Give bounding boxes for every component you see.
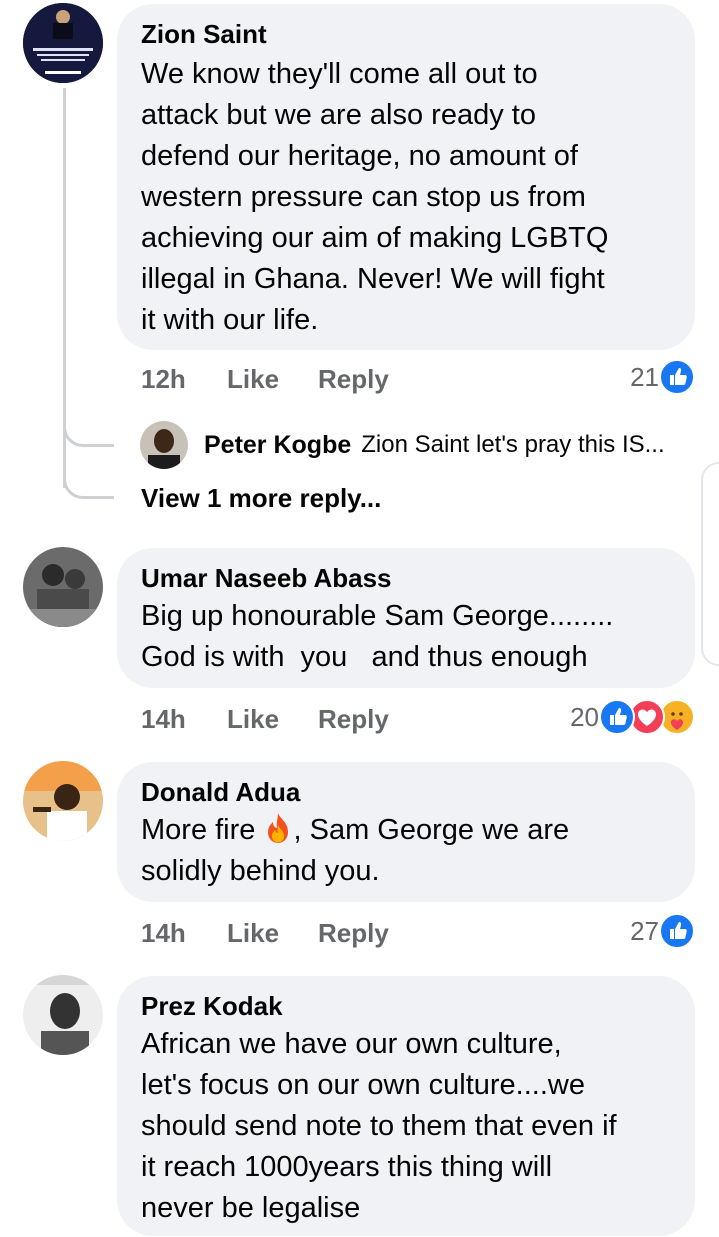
reply-author[interactable]: Peter Kogbe (204, 431, 351, 460)
comment-text-part: More fire (141, 814, 264, 846)
avatar[interactable] (140, 421, 188, 469)
reaction-count: 21 (630, 361, 659, 392)
thread-line-branch-2 (63, 470, 114, 499)
comment-actions: 14h Like Reply (141, 699, 389, 739)
reaction-summary[interactable]: 21 (630, 357, 695, 397)
comment-timestamp[interactable]: 12h (141, 364, 227, 395)
comment-text: More fire , Sam George we are solidly be… (141, 810, 671, 892)
scroll-edge-handle[interactable] (701, 462, 719, 666)
comment-text: We know they'll come all out to attack b… (141, 58, 609, 336)
reply-button[interactable]: Reply (318, 364, 389, 395)
reply-text: Zion Saint let's pray this IS... (361, 431, 665, 458)
like-button[interactable]: Like (227, 364, 318, 395)
avatar[interactable] (23, 3, 103, 83)
comment-bubble: Umar Naseeb Abass Big up honourable Sam … (117, 548, 695, 688)
thread-line-branch (63, 418, 114, 447)
reaction-summary[interactable]: 27 (630, 911, 695, 951)
comment-text: African we have our own culture, let's f… (141, 1028, 617, 1224)
comment-author[interactable]: Zion Saint (141, 18, 671, 50)
reply-preview[interactable]: Peter Kogbe Zion Saint let's pray this I… (140, 420, 665, 470)
like-button[interactable]: Like (227, 918, 318, 949)
like-button[interactable]: Like (227, 704, 318, 735)
comment-author[interactable]: Umar Naseeb Abass (141, 562, 671, 594)
avatar[interactable] (23, 547, 103, 627)
comment-actions: 12h Like Reply (141, 359, 389, 399)
comment-bubble: Donald Adua More fire , Sam George we ar… (117, 762, 695, 902)
reaction-count: 20 (570, 701, 599, 732)
comment-bubble: Prez Kodak African we have our own cultu… (117, 976, 695, 1236)
like-icon (659, 359, 695, 395)
reaction-count: 27 (630, 915, 659, 946)
comment-author[interactable]: Prez Kodak (141, 990, 671, 1022)
view-more-replies-link[interactable]: View 1 more reply... (141, 483, 381, 514)
comment-timestamp[interactable]: 14h (141, 704, 227, 735)
comment-timestamp[interactable]: 14h (141, 918, 227, 949)
comment-author[interactable]: Donald Adua (141, 776, 671, 808)
like-icon (599, 699, 635, 735)
avatar[interactable] (23, 761, 103, 841)
comment-actions: 14h Like Reply (141, 913, 389, 953)
comment-bubble: Zion Saint We know they'll come all out … (117, 4, 695, 350)
reply-button[interactable]: Reply (318, 704, 389, 735)
comment-text: Big up honourable Sam George........ God… (141, 600, 614, 673)
reaction-summary[interactable]: 20 (570, 697, 695, 737)
like-icon (659, 913, 695, 949)
fire-icon (263, 811, 293, 845)
avatar[interactable] (23, 975, 103, 1055)
reply-button[interactable]: Reply (318, 918, 389, 949)
